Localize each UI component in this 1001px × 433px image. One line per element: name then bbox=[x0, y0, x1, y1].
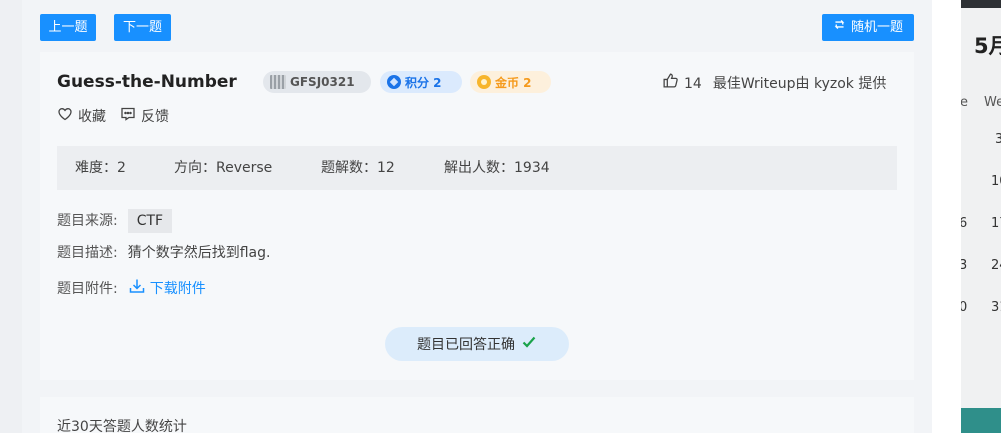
source-tag: CTF bbox=[127, 209, 173, 233]
download-label: 下载附件 bbox=[149, 281, 206, 297]
challenge-id-badge: GFSJ0321 bbox=[263, 71, 371, 93]
answered-status: 题目已回答正确 bbox=[385, 327, 569, 361]
description-text: 猜个数字然后找到flag. bbox=[127, 245, 271, 261]
solvers-stat: 解出人数：1934 bbox=[444, 160, 550, 176]
description-row: 题目描述: 猜个数字然后找到flag. bbox=[57, 243, 270, 263]
gold-badge: 金币 2 bbox=[470, 71, 551, 93]
next-question-button[interactable]: 下一题 bbox=[114, 14, 171, 41]
prev-question-button[interactable]: 上一题 bbox=[40, 14, 96, 41]
shuffle-icon bbox=[833, 14, 846, 41]
calendar-month: 5月 bbox=[974, 34, 1001, 58]
download-icon bbox=[128, 277, 146, 301]
side-panel-footer bbox=[961, 408, 1001, 433]
calendar-day[interactable]: 3 bbox=[995, 132, 1001, 147]
challenge-actions: 收藏 反馈 bbox=[57, 106, 169, 128]
favorite-label: 收藏 bbox=[78, 109, 106, 125]
calendar-day[interactable]: 17 bbox=[991, 216, 1001, 231]
weekday-header-partial-left: e bbox=[961, 95, 968, 110]
writeup-info: 14 最佳Writeup由 kyzok 提供 bbox=[662, 72, 886, 95]
source-row: 题目来源: CTF bbox=[57, 209, 173, 233]
gold-text: 金币 2 bbox=[495, 75, 532, 90]
check-icon bbox=[521, 334, 537, 354]
page-left-margin bbox=[0, 0, 22, 433]
difficulty-stat: 难度：2 bbox=[75, 160, 126, 176]
calendar-day-partial: 0 bbox=[961, 300, 968, 315]
weekday-header-partial: We bbox=[984, 95, 1001, 110]
points-badge: 积分 2 bbox=[380, 71, 462, 93]
side-panel-topbar bbox=[961, 0, 1001, 8]
calendar-day-partial: 3 bbox=[961, 258, 968, 273]
calendar-day[interactable]: 10 bbox=[991, 174, 1001, 189]
direction-stat: 方向：Reverse bbox=[174, 160, 273, 176]
calendar-day[interactable]: 24 bbox=[991, 258, 1001, 273]
like-count: 14 bbox=[684, 75, 702, 92]
points-icon bbox=[387, 75, 401, 89]
heart-icon bbox=[57, 106, 73, 128]
calendar-widget: 5月 e We 3 10 17 24 31 6 3 0 bbox=[961, 8, 1001, 408]
favorite-button[interactable]: 收藏 bbox=[57, 106, 106, 128]
solutions-stat: 题解数：12 bbox=[321, 160, 395, 176]
challenge-title: Guess-the-Number bbox=[57, 72, 237, 92]
calendar-day[interactable]: 31 bbox=[991, 300, 1001, 315]
thumbs-up-icon[interactable] bbox=[662, 72, 679, 95]
source-label: 题目来源: bbox=[57, 213, 118, 229]
feedback-label: 反馈 bbox=[141, 109, 169, 125]
feedback-icon bbox=[120, 106, 136, 128]
calendar-day-partial: 6 bbox=[961, 216, 968, 231]
points-text: 积分 2 bbox=[405, 75, 442, 90]
stats-bar: 难度：2 方向：Reverse 题解数：12 解出人数：1934 bbox=[57, 146, 897, 190]
attachment-row: 题目附件: 下载附件 bbox=[57, 277, 206, 301]
panel-gap bbox=[932, 0, 961, 433]
feedback-button[interactable]: 反馈 bbox=[120, 106, 169, 128]
random-question-label: 随机一题 bbox=[850, 20, 903, 35]
side-calendar-panel: 5月 e We 3 10 17 24 31 6 3 0 bbox=[961, 0, 1001, 433]
best-writeup-link[interactable]: 最佳Writeup由 kyzok 提供 bbox=[713, 74, 887, 94]
stats-section-title: 近30天答题人数统计 bbox=[57, 419, 187, 433]
coin-icon bbox=[477, 75, 491, 89]
download-attachment-link[interactable]: 下载附件 bbox=[128, 277, 206, 301]
description-label: 题目描述: bbox=[57, 245, 118, 261]
random-question-button[interactable]: 随机一题 bbox=[822, 14, 914, 41]
challenge-id-text: GFSJ0321 bbox=[290, 75, 355, 89]
qr-code-icon bbox=[270, 75, 286, 89]
answered-text: 题目已回答正确 bbox=[417, 337, 515, 353]
attachment-label: 题目附件: bbox=[57, 281, 118, 297]
